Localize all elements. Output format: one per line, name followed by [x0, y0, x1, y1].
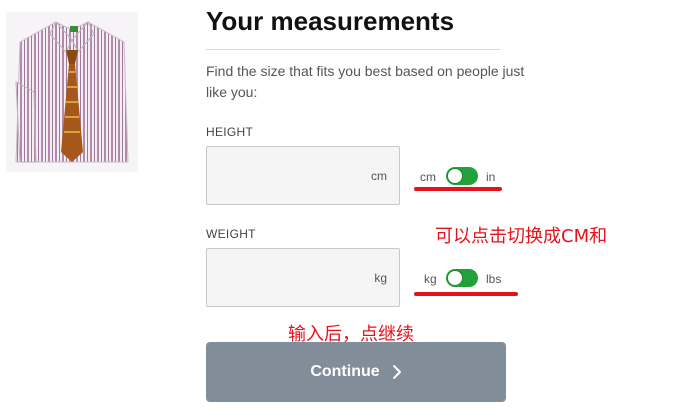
height-label: HEIGHT [206, 125, 254, 139]
toggle-knob [447, 168, 463, 184]
weight-label: WEIGHT [206, 227, 256, 241]
shirt-image [15, 21, 129, 163]
height-input-box[interactable]: cm [206, 146, 400, 205]
chevron-right-icon [392, 364, 402, 380]
annotation-toggle-note: 可以点击切换成CM和 [435, 226, 608, 247]
toggle-knob [447, 270, 463, 286]
annotation-underline-weight [414, 292, 518, 296]
weight-input[interactable] [207, 249, 357, 306]
height-unit-in[interactable]: in [486, 170, 495, 184]
weight-unit-toggle[interactable] [446, 269, 478, 287]
page-title: Your measurements [206, 6, 455, 36]
weight-unit-suffix: kg [374, 270, 387, 285]
height-unit-toggle[interactable] [446, 167, 478, 185]
height-input[interactable] [207, 147, 357, 204]
product-image [6, 12, 138, 172]
height-unit-suffix: cm [371, 168, 387, 183]
continue-label: Continue [310, 363, 380, 380]
height-unit-cm[interactable]: cm [420, 170, 436, 184]
weight-unit-lbs[interactable]: lbs [486, 272, 501, 286]
weight-input-box[interactable]: kg [206, 248, 400, 307]
subtitle: Find the size that fits you best based o… [206, 63, 525, 100]
annotation-underline-height [414, 187, 502, 191]
weight-unit-kg[interactable]: kg [424, 272, 437, 286]
continue-button[interactable]: Continue [206, 342, 506, 402]
title-divider [206, 49, 500, 50]
